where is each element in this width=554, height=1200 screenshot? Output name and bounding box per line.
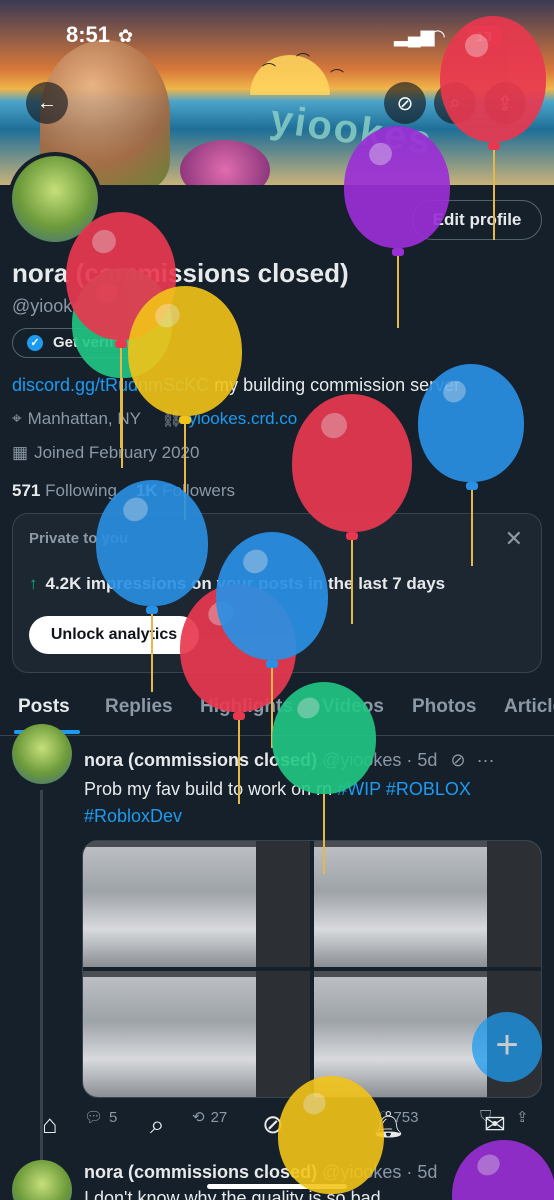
post-avatar[interactable] xyxy=(12,724,72,784)
balloon xyxy=(440,16,546,142)
flower-icon: ✿ xyxy=(118,26,134,46)
wifi-icon: ◠ xyxy=(430,26,446,46)
verified-badge-icon: ✓ xyxy=(27,335,43,351)
balloon-string xyxy=(493,150,495,240)
profile-joined: Joined February 2020 xyxy=(34,443,200,462)
compose-button[interactable]: + xyxy=(472,1012,542,1082)
media-image[interactable] xyxy=(314,841,541,967)
post-avatar[interactable] xyxy=(12,1160,72,1200)
bird-icon: ⌒ xyxy=(262,62,276,78)
post-media-grid xyxy=(82,840,542,1098)
banner-figure-2 xyxy=(180,140,270,185)
balloon xyxy=(128,286,242,416)
tab-replies[interactable]: Replies xyxy=(105,696,173,718)
balloon-knot xyxy=(266,660,278,668)
following-link[interactable]: 571 Following xyxy=(12,481,117,500)
back-button[interactable]: ← xyxy=(26,82,68,124)
balloon-string xyxy=(120,348,122,448)
bird-icon: ⌒ xyxy=(296,52,310,68)
post-author-name[interactable]: nora (commissions closed) xyxy=(84,1162,317,1182)
tab-articles[interactable]: Articles xyxy=(504,696,554,718)
balloon-knot xyxy=(346,532,358,540)
balloon-knot xyxy=(179,416,191,424)
balloon-string xyxy=(351,540,353,624)
balloon-string xyxy=(471,490,473,566)
balloon-string xyxy=(397,256,399,328)
tab-photos[interactable]: Photos xyxy=(412,696,476,718)
profile-meta-location-row: ⌖ Manhattan, NY ⛓ yiookes.crd.co xyxy=(12,409,297,429)
compose-icon: + xyxy=(495,1023,519,1067)
balloon xyxy=(216,532,328,660)
close-icon[interactable]: ✕ xyxy=(505,526,523,552)
location-icon: ⌖ xyxy=(12,409,22,428)
grok-icon[interactable]: ⊘ xyxy=(450,750,465,770)
search-icon[interactable]: ⌕ xyxy=(150,1109,165,1141)
post-header: nora (commissions closed) @yiookes · 5d xyxy=(84,1162,437,1183)
balloon-knot xyxy=(146,606,158,614)
calendar-icon: ▦ xyxy=(12,443,29,462)
balloon xyxy=(418,364,524,482)
balloon xyxy=(344,126,450,248)
balloon xyxy=(278,1076,384,1194)
post-time: · 5d xyxy=(406,1162,438,1182)
profile-location: Manhattan, NY xyxy=(27,409,141,428)
balloon xyxy=(292,394,412,532)
balloon-knot xyxy=(392,248,404,256)
balloon-string xyxy=(151,614,153,692)
up-arrow-icon: ↑ xyxy=(29,574,38,593)
balloon-knot xyxy=(115,340,127,348)
home-icon[interactable]: ⌂ xyxy=(42,1109,58,1140)
post-time: · 5d xyxy=(406,750,438,770)
balloon xyxy=(96,480,208,606)
balloon xyxy=(272,682,376,794)
hashtag-link[interactable]: #RobloxDev xyxy=(84,806,182,826)
signal-icon: ▂▄▆ xyxy=(394,26,435,46)
bottom-navigation: ⌂ ⌕ ⊘ 🔔︎ ✉ xyxy=(0,1095,554,1155)
balloon-knot xyxy=(488,142,500,150)
impressions-value: 4.2K xyxy=(45,574,82,593)
grok-button[interactable]: ⊘ xyxy=(384,82,426,124)
hashtag-link[interactable]: #ROBLOX xyxy=(386,779,471,799)
profile-name: nora (commissions closed) xyxy=(12,258,349,288)
mail-icon[interactable]: ✉ xyxy=(484,1109,506,1140)
balloon-knot xyxy=(233,712,245,720)
following-label: Following xyxy=(45,481,117,500)
media-image[interactable] xyxy=(83,841,310,967)
more-options-icon[interactable]: ··· xyxy=(477,750,495,770)
back-arrow-icon: ← xyxy=(37,91,57,114)
bio-text: my building commission server xyxy=(209,375,461,395)
following-count: 571 xyxy=(12,481,41,500)
balloon-knot xyxy=(466,482,478,490)
grok-icon: ⊘ xyxy=(396,92,414,115)
media-image[interactable] xyxy=(83,971,310,1097)
unlock-analytics-button[interactable]: Unlock analytics xyxy=(29,616,199,654)
balloon-string xyxy=(323,794,325,874)
tab-posts[interactable]: Posts xyxy=(18,696,70,718)
profile-meta-joined-row: ▦ Joined February 2020 xyxy=(12,443,199,463)
status-time: 8:51 xyxy=(66,22,111,47)
bird-icon: ⌒ xyxy=(330,68,344,84)
balloon-string xyxy=(238,720,240,804)
